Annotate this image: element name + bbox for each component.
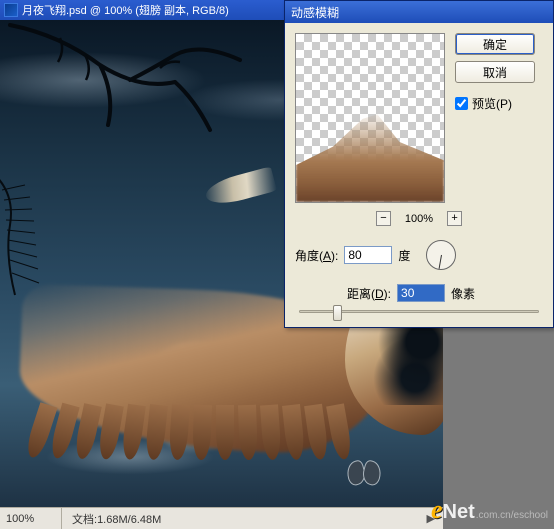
- angle-label: 角度(A):: [295, 247, 338, 264]
- distance-slider-track[interactable]: [299, 310, 539, 313]
- artwork-butterfly: [345, 459, 383, 487]
- watermark-bottom: eNet.com.cn/eschool: [425, 493, 554, 529]
- distance-input[interactable]: [397, 284, 445, 302]
- zoom-percent: 100%: [405, 213, 433, 225]
- enet-logo: e: [431, 495, 443, 525]
- photoshop-icon: [4, 3, 18, 17]
- enet-text: Net: [443, 501, 475, 524]
- ok-button[interactable]: 确定: [455, 33, 535, 55]
- angle-input[interactable]: [344, 246, 392, 264]
- angle-unit: 度: [398, 247, 410, 264]
- artwork-wing-feathers: [40, 400, 360, 460]
- status-bar: 100% 文档:1.68M/6.48M ▶: [0, 507, 443, 529]
- zoom-out-button[interactable]: −: [376, 211, 391, 226]
- dialog-title-bar[interactable]: 动感模糊: [285, 1, 553, 23]
- zoom-in-button[interactable]: +: [447, 211, 462, 226]
- status-zoom[interactable]: 100%: [0, 508, 62, 529]
- angle-dial[interactable]: [426, 240, 456, 270]
- cancel-button[interactable]: 取消: [455, 61, 535, 83]
- motion-blur-dialog: 动感模糊 确定 取消 预览(P) − 100% + 角度(A): 度: [284, 0, 554, 328]
- dialog-body: 确定 取消 预览(P) − 100% + 角度(A): 度 距离(D): 像素: [285, 23, 553, 327]
- artwork-branches: [0, 20, 280, 150]
- preview-checkbox-label[interactable]: 预览(P): [472, 95, 512, 112]
- preview-thumbnail[interactable]: [295, 33, 445, 203]
- status-doc-size: 文档:1.68M/6.48M: [62, 511, 171, 527]
- document-title: 月夜飞翔.psd @ 100% (翅膀 副本, RGB/8): [22, 2, 229, 18]
- preview-content: [296, 110, 444, 202]
- distance-unit: 像素: [451, 285, 475, 302]
- enet-suffix: .com.cn/eschool: [476, 510, 548, 521]
- distance-label: 距离(D):: [347, 285, 391, 302]
- preview-checkbox[interactable]: [455, 97, 468, 110]
- artwork-foliage: [373, 315, 443, 405]
- artwork-feather: [203, 166, 277, 208]
- distance-slider-thumb[interactable]: [333, 305, 342, 321]
